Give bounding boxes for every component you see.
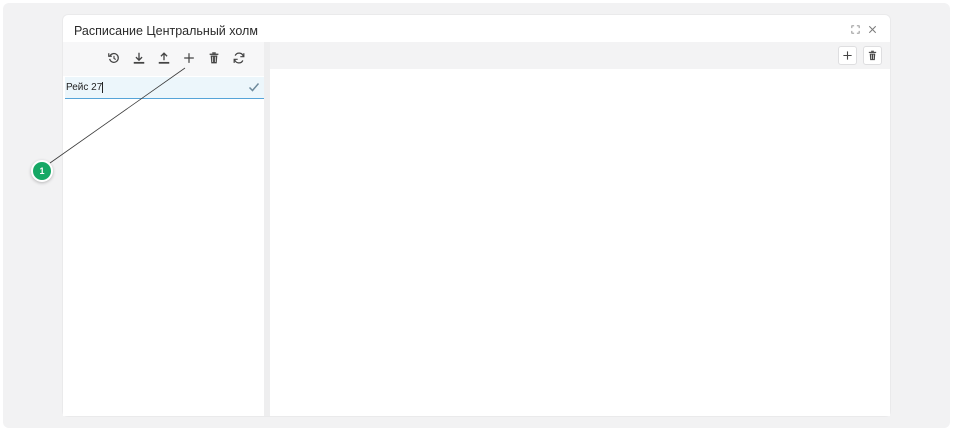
upload-icon [158, 52, 170, 64]
delete-item-button[interactable] [863, 46, 882, 65]
upload-button[interactable] [156, 50, 172, 66]
trip-edit-row [65, 77, 264, 99]
left-toolbar [63, 42, 264, 76]
expand-icon[interactable] [850, 24, 861, 35]
schedule-dialog: Расписание Центральный холм [63, 15, 890, 416]
download-icon [133, 52, 145, 64]
right-toolbar [270, 42, 890, 69]
dialog-title: Расписание Центральный холм [74, 24, 258, 38]
history-button[interactable] [106, 50, 122, 66]
refresh-icon [233, 52, 245, 64]
schedule-details-panel [270, 42, 890, 416]
add-trip-button[interactable] [181, 50, 197, 66]
window-controls [850, 24, 878, 35]
trash-icon [209, 52, 219, 64]
callout-badge: 1 [31, 160, 53, 182]
trash-icon [868, 50, 877, 61]
text-caret [102, 82, 103, 93]
download-button[interactable] [131, 50, 147, 66]
delete-trip-button[interactable] [206, 50, 222, 66]
plus-icon [843, 51, 852, 60]
add-item-button[interactable] [838, 46, 857, 65]
plus-icon [184, 53, 194, 63]
close-icon[interactable] [867, 24, 878, 35]
trip-name-input[interactable] [65, 77, 236, 98]
refresh-button[interactable] [231, 50, 247, 66]
check-icon[interactable] [247, 80, 261, 94]
trips-list-panel [63, 42, 264, 416]
history-icon [108, 52, 119, 63]
